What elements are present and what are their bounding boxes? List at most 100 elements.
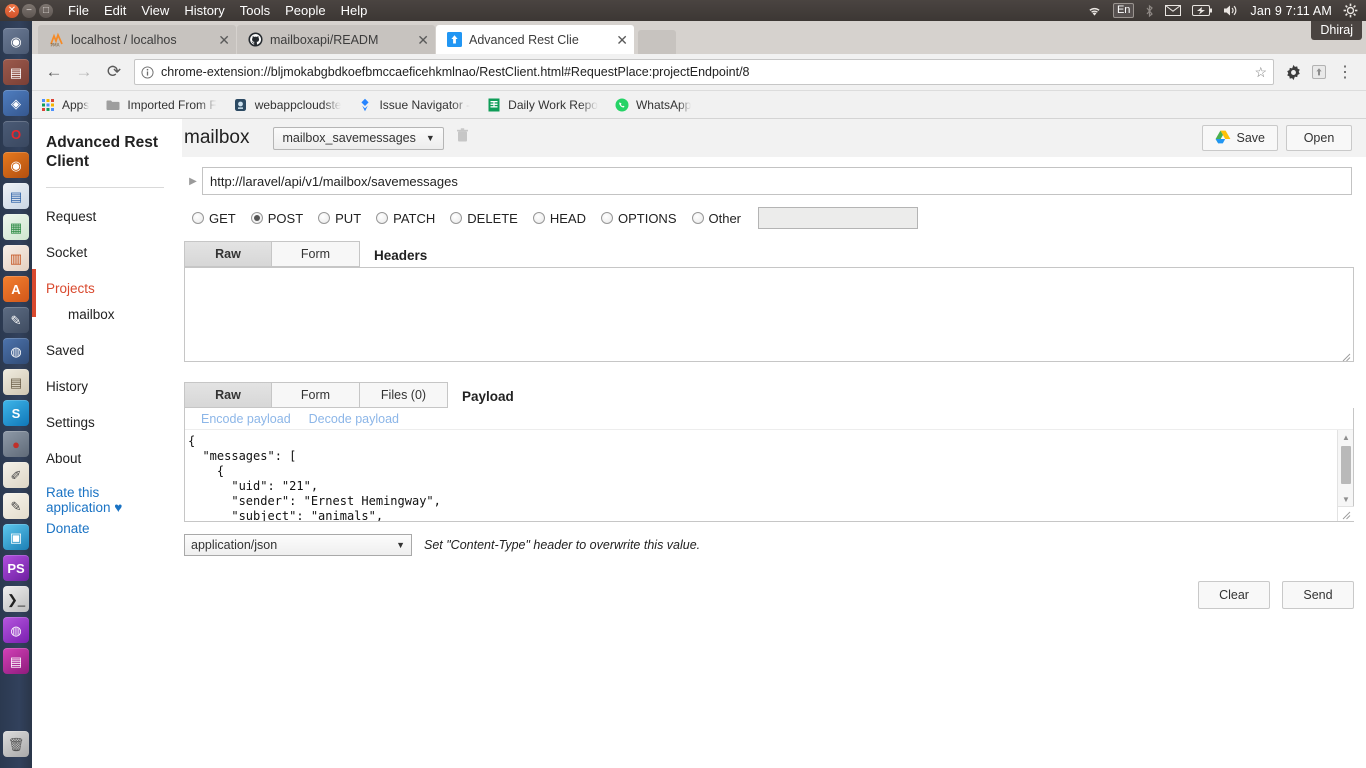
menu-edit[interactable]: Edit <box>104 3 126 18</box>
menu-tools[interactable]: Tools <box>240 3 270 18</box>
method-radio-options[interactable]: OPTIONS <box>600 211 677 226</box>
payload-tab-raw[interactable]: Raw <box>184 382 272 408</box>
launcher-amazon-icon[interactable]: A <box>3 276 29 302</box>
payload-tab-form[interactable]: Form <box>272 382 360 408</box>
extension-gear-icon[interactable] <box>1280 59 1306 85</box>
headers-tab-raw[interactable]: Raw <box>184 241 272 267</box>
headers-tab-form[interactable]: Form <box>272 241 360 267</box>
scroll-up-arrow-icon[interactable]: ▲ <box>1338 430 1354 444</box>
back-arrow-icon[interactable]: ← <box>40 58 68 86</box>
send-button[interactable]: Send <box>1282 581 1354 609</box>
bookmark-apps[interactable]: Apps <box>40 98 89 112</box>
bookmark-webappcloudsite[interactable]: webappcloudste <box>233 98 341 112</box>
launcher-vlc-icon[interactable]: ▣ <box>3 524 29 550</box>
bookmark-issue-navigator[interactable]: Issue Navigator - <box>357 98 470 112</box>
encode-payload-link[interactable]: Encode payload <box>201 412 291 426</box>
bookmark-imported-from-firefox[interactable]: Imported From F <box>105 98 217 112</box>
launcher-text-editor-icon[interactable]: ✐ <box>3 462 29 488</box>
bluetooth-icon[interactable] <box>1145 4 1154 18</box>
tab-close-icon[interactable]: ✕ <box>218 33 230 47</box>
browser-tab-1[interactable]: mailboxapi/READM ✕ <box>237 25 435 54</box>
page-info-icon[interactable] <box>141 65 154 79</box>
headers-textarea[interactable] <box>184 267 1354 362</box>
menu-people[interactable]: People <box>285 3 325 18</box>
launcher-ubuntu-software-icon[interactable]: ◈ <box>3 90 29 116</box>
expand-triangle-icon[interactable]: ▶ <box>184 176 202 187</box>
endpoint-select[interactable]: mailbox_savemessages ▼ <box>273 126 444 150</box>
launcher-notes-icon[interactable]: ✎ <box>3 493 29 519</box>
launcher-phpstorm-icon[interactable]: PS <box>3 555 29 581</box>
browser-tab-2[interactable]: Advanced Rest Clie ✕ <box>436 25 634 54</box>
menu-view[interactable]: View <box>141 3 169 18</box>
sidebar-item-request[interactable]: Request <box>46 209 182 224</box>
method-radio-post[interactable]: POST <box>250 211 303 226</box>
launcher-bug-report-icon[interactable]: ● <box>3 431 29 457</box>
decode-payload-link[interactable]: Decode payload <box>309 412 399 426</box>
scroll-down-arrow-icon[interactable]: ▼ <box>1338 492 1354 506</box>
wifi-icon[interactable] <box>1087 5 1102 17</box>
method-radio-patch[interactable]: PATCH <box>376 211 435 226</box>
launcher-libreoffice-calc-icon[interactable]: ▦ <box>3 214 29 240</box>
launcher-gimp-icon[interactable]: ✎ <box>3 307 29 333</box>
method-radio-get[interactable]: GET <box>192 211 236 226</box>
method-radio-delete[interactable]: DELETE <box>450 211 518 226</box>
method-radio-other[interactable]: Other <box>691 211 741 226</box>
sidebar-item-projects[interactable]: Projects <box>46 281 182 296</box>
sidebar-item-about[interactable]: About <box>46 451 182 466</box>
launcher-browser-globe-icon[interactable]: ◍ <box>3 338 29 364</box>
new-tab-button[interactable] <box>638 30 676 54</box>
battery-icon[interactable] <box>1192 5 1213 16</box>
scrollbar-thumb[interactable] <box>1341 446 1351 484</box>
launcher-sublime-icon[interactable]: ◍ <box>3 617 29 643</box>
volume-icon[interactable] <box>1223 4 1239 17</box>
reload-icon[interactable]: ⟳ <box>100 58 128 86</box>
launcher-libreoffice-impress-icon[interactable]: ▥ <box>3 245 29 271</box>
clock[interactable]: Jan 9 7:11 AM <box>1250 4 1332 18</box>
sidebar-item-socket[interactable]: Socket <box>46 245 182 260</box>
sidebar-item-donate[interactable]: Donate <box>46 521 182 536</box>
window-maximize-button[interactable]: □ <box>39 3 53 18</box>
chrome-menu-icon[interactable]: ⋮ <box>1332 59 1358 85</box>
method-radio-head[interactable]: HEAD <box>532 211 586 226</box>
tab-close-icon[interactable]: ✕ <box>417 33 429 47</box>
bookmark-star-icon[interactable]: ☆ <box>1248 64 1267 81</box>
payload-textarea[interactable]: { "messages": [ { "uid": "21", "sender":… <box>185 430 1337 521</box>
resize-grip-icon[interactable] <box>1341 349 1351 362</box>
launcher-dash-home-icon[interactable]: ◉ <box>3 28 29 54</box>
clear-button[interactable]: Clear <box>1198 581 1270 609</box>
payload-tab-files[interactable]: Files (0) <box>360 382 448 408</box>
payload-resize-corner[interactable] <box>1338 506 1354 521</box>
launcher-opera-icon[interactable]: O <box>3 121 29 147</box>
window-minimize-button[interactable]: − <box>22 3 36 18</box>
window-close-button[interactable]: ✕ <box>5 3 19 18</box>
keyboard-layout-indicator[interactable]: En <box>1112 3 1135 18</box>
other-method-input[interactable] <box>758 207 919 229</box>
launcher-files-icon[interactable]: ▤ <box>3 59 29 85</box>
browser-tab-0[interactable]: PMA localhost / localhos ✕ <box>38 25 236 54</box>
payload-scrollbar[interactable]: ▲ ▼ <box>1337 430 1354 521</box>
launcher-skype-icon[interactable]: S <box>3 400 29 426</box>
url-input[interactable]: http://laravel/api/v1/mailbox/savemessag… <box>202 167 1352 195</box>
bookmark-whatsapp[interactable]: WhatsApp <box>614 98 691 112</box>
launcher-workspace-switcher-icon[interactable]: ▤ <box>3 648 29 674</box>
bookmark-daily-work-report[interactable]: Daily Work Repo <box>486 98 598 112</box>
user-indicator[interactable]: Dhiraj <box>1311 21 1362 40</box>
launcher-firefox-icon[interactable]: ◉ <box>3 152 29 178</box>
open-button[interactable]: Open <box>1286 125 1352 151</box>
extension-upload-icon[interactable] <box>1306 59 1332 85</box>
forward-arrow-icon[interactable]: → <box>70 58 98 86</box>
mail-icon[interactable] <box>1165 5 1182 16</box>
menu-help[interactable]: Help <box>341 3 368 18</box>
sidebar-item-rate-application[interactable]: Rate this application ♥ <box>46 485 142 515</box>
sidebar-item-settings[interactable]: Settings <box>46 415 182 430</box>
gear-icon[interactable] <box>1343 3 1358 18</box>
launcher-libreoffice-writer-icon[interactable]: ▤ <box>3 183 29 209</box>
delete-endpoint-icon[interactable] <box>456 128 469 148</box>
save-button[interactable]: Save <box>1201 125 1278 151</box>
sidebar-item-saved[interactable]: Saved <box>46 343 182 358</box>
method-radio-put[interactable]: PUT <box>318 211 361 226</box>
tab-close-icon[interactable]: ✕ <box>616 33 628 47</box>
menu-file[interactable]: File <box>68 3 89 18</box>
menu-history[interactable]: History <box>184 3 224 18</box>
sidebar-item-history[interactable]: History <box>46 379 182 394</box>
